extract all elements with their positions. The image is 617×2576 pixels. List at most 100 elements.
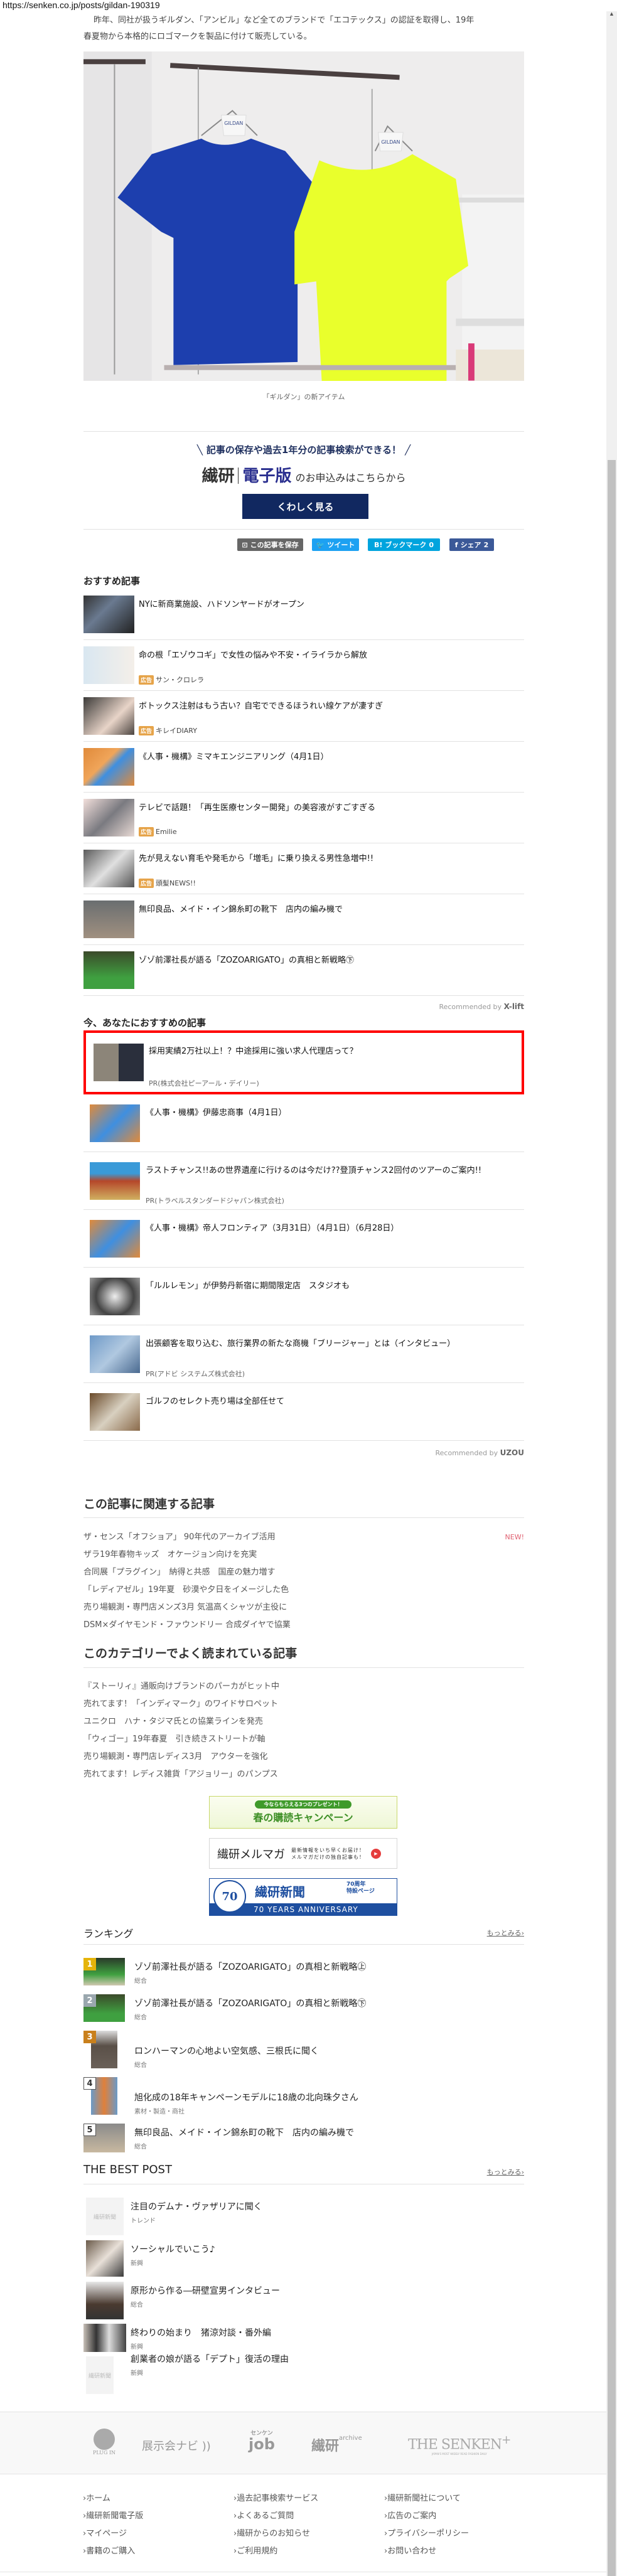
article-title: 出張顧客を取り込む、旅行業界の新たな商機「ブリージャー」とは（インタビュー） (146, 1339, 456, 1349)
tshirts-photo: GILDAN GILDAN (83, 51, 524, 381)
article-thumbnail (90, 1104, 140, 1142)
recommended-item-inner: 無印良品、メイド・イン錦糸町の靴下 店内の編み機で (83, 901, 524, 945)
link-text: ザラ19年春物キッズ オケージョン向けを充実 (83, 1550, 257, 1559)
footer-link[interactable]: ›繊研新聞社について (384, 2491, 510, 2504)
senken-plus-label: THE SENKEN (408, 2437, 502, 2453)
recommended-item[interactable]: NYに新商業施設、ハドソンヤードがオープン (83, 596, 524, 646)
footer-link[interactable]: ›広告のご案内 (384, 2509, 510, 2521)
archive-main: 繊研 (311, 2439, 340, 2454)
related-article-link[interactable]: 合同展「プラグイン」 納得と共感 国産の魅力増す (83, 1564, 524, 1581)
related-article-link[interactable]: DSM×ダイヤモンド・ファウンドリー 合成ダイヤで協業 (83, 1617, 524, 1634)
photo-caption: 「ギルダン」の新アイテム (262, 393, 345, 401)
category-article-link[interactable]: ユニクロ ハナ・タジマ氏との協業ラインを発売 (83, 1713, 524, 1731)
spring-campaign-banner[interactable]: 今ならもらえる3つのプレゼント！ 春の購読キャンペーン (209, 1796, 397, 1829)
anniversary-title: 繊研新聞 (255, 1884, 305, 1900)
link-text: お問い合わせ (387, 2547, 437, 2556)
category-article-link[interactable]: 『ストーリィ』通販向けブランドのパーカがヒット中 (83, 1678, 524, 1696)
for-you-item[interactable]: 「ルルレモン」が伊勢丹新宿に期間限定店 スタジオも (83, 1268, 524, 1325)
anniversary-en: 70 YEARS ANNIVERSARY (254, 1905, 358, 1914)
link-text: 「レディアゼル」19年夏 砂漠や夕日をイメージした色 (83, 1585, 289, 1595)
category-article-link[interactable]: 「ウィゴー」19年春夏 引き続きストリートが軸 (83, 1731, 524, 1748)
for-you-item[interactable]: ラストチャンス!!あの世界遺産に行けるのは今だけ??登頂チャンス2回付のツアーの… (83, 1152, 524, 1210)
save-article-button[interactable]: ⊡ この記事を保存 (237, 538, 303, 551)
article-category: トレンド (131, 2218, 156, 2225)
recommended-by-xlift[interactable]: Recommended by X-lift (439, 1002, 524, 1011)
link-text: 繊研新聞社について (387, 2494, 461, 2503)
footer-link[interactable]: ›ご利用規約 (233, 2544, 384, 2557)
best-post-more-link[interactable]: もっとみる› (487, 2167, 524, 2177)
article-paragraph: 昨年、同社が扱うギルダン、「アンビル」など全てのブランドで「エコテックス」の認証… (83, 13, 524, 45)
related-article-link[interactable]: 売り場観測・専門店メンズ3月 気温高くシャツが主役に (83, 1599, 524, 1617)
recommended-item[interactable]: ボトックス注射はもう古い？自宅でできるほうれい線ケアが凄すぎ 広告 キレイDIARY (83, 697, 524, 748)
link-text: プライバシーポリシー (387, 2529, 469, 2538)
digital-edition-label: 電子版 (242, 467, 292, 486)
recommended-item[interactable]: 命の根「エゾウコギ」で女性の悩みや不安・イライラから解放 広告 サン・クロレラ (83, 646, 524, 697)
facebook-share-button[interactable]: f シェア 2 (449, 538, 494, 551)
share-label: シェア (460, 541, 481, 549)
footer-link[interactable]: ›ホーム (83, 2491, 233, 2504)
ad-badge: 広告 (139, 878, 154, 888)
recommended-item[interactable]: テレビで話題！「再生医療センター開発」の美容液がすごすぎる 広告 Emilie (83, 799, 524, 850)
exhibition-navi-logo[interactable]: 展示会ナビ )) (142, 2437, 211, 2454)
anniversary-years: 70周年 (346, 1881, 366, 1888)
senken-archive-logo[interactable]: 繊研archive (311, 2435, 362, 2455)
recommended-by-label: Recommended by (439, 1003, 502, 1011)
article-thumbnail (94, 1044, 144, 1081)
footer-link[interactable]: ›マイページ (83, 2526, 233, 2539)
article-title: NYに新商業施設、ハドソンヤードがオープン (139, 600, 304, 609)
pr-label: PR(株式会社ピーアール・デイリー) (149, 1079, 259, 1088)
recommended-item-inner: テレビで話題！「再生医療センター開発」の美容液がすごすぎる 広告 Emilie (83, 799, 524, 843)
category-article-link[interactable]: 売り場観測・専門店レディス3月 アウターを強化 (83, 1748, 524, 1766)
related-article-link[interactable]: ザ・センス「オフショア」 90年代のアーカイブ活用 NEW! (83, 1529, 524, 1546)
anniversary-banner[interactable]: 70 繊研新聞 70周年 特設ページ 70 YEARS ANNIVERSARY (209, 1878, 397, 1916)
footer-link[interactable]: ›繊研新聞電子版 (83, 2509, 233, 2521)
link-text: マイページ (86, 2529, 127, 2538)
details-button[interactable]: くわしく見る (242, 494, 368, 519)
anniversary-page: 特設ページ (346, 1888, 375, 1895)
article-category: 総合 (131, 2302, 143, 2309)
footer-link[interactable]: ›プライバシーポリシー (384, 2526, 510, 2539)
article-title: 《人事・機構》帝人フロンティア（3月31日）（4月1日）（6月28日） (146, 1224, 399, 1233)
recommended-item[interactable]: 先が見えない育毛や発毛から「増毛」に乗り換える男性急増中!! 広告 頭髪NEWS!! (83, 850, 524, 901)
footer-link[interactable]: ›過去記事検索サービス (233, 2491, 384, 2504)
ranking-more-link[interactable]: もっとみる› (487, 1928, 524, 1938)
for-you-item[interactable]: ゴルフのセレクト売り場は全部任せて (83, 1383, 524, 1441)
article-thumbnail: 繊研新聞 (86, 2198, 124, 2235)
tweet-button[interactable]: 🐦 ツイート (312, 538, 359, 551)
highlighted-article[interactable]: 採用実績2万社以上！？中途採用に強い求人代理店って？ PR(株式会社ピーアール・… (83, 1030, 524, 1094)
footer-link[interactable]: ›繊研からのお知らせ (233, 2526, 384, 2539)
link-text: 合同展「プラグイン」 納得と共感 国産の魅力増す (83, 1568, 276, 1577)
recommended-item[interactable]: ゾゾ前澤社長が語る「ZOZOARIGATO」の真相と新戦略㊦ (83, 951, 524, 1002)
link-text: 売れてます！「インディマーク」のワイドサロペット (83, 1699, 279, 1709)
senken-job-logo[interactable]: センケン job (249, 2431, 275, 2452)
rank-badge: 4 (83, 2077, 96, 2090)
newsletter-banner[interactable]: 繊研メルマガ 最新情報をいち早くお届け！ メルマガだけの独自記事も！ ▶ (209, 1838, 397, 1869)
article-title: ゴルフのセレクト売り場は全部任せて (146, 1397, 285, 1406)
hanger-logo: GILDAN (381, 139, 400, 145)
for-you-item[interactable]: 《人事・機構》伊藤忠商事（4月1日） (83, 1094, 524, 1152)
placeholder-logo: 繊研新聞 (88, 2373, 111, 2380)
recommended-by-uzou[interactable]: Recommended by UZOU (436, 1448, 524, 1457)
recommended-item[interactable]: 無印良品、メイド・イン錦糸町の靴下 店内の編み機で (83, 901, 524, 951)
plugin-logo[interactable]: PLUG IN (92, 2429, 117, 2456)
scrollbar-thumb[interactable] (608, 460, 616, 2576)
hanger-logo: GILDAN (224, 120, 243, 126)
hatena-bookmark-button[interactable]: B! ブックマーク 0 (368, 538, 440, 551)
recommended-item[interactable]: 《人事・機構》ミマキエンジニアリング（4月1日） (83, 748, 524, 799)
for-you-item[interactable]: 《人事・機構》帝人フロンティア（3月31日）（4月1日）（6月28日） (83, 1210, 524, 1268)
footer-link[interactable]: ›書籍のご購入 (83, 2544, 233, 2557)
related-article-link[interactable]: ザラ19年春物キッズ オケージョン向けを充実 (83, 1546, 524, 1564)
article-thumbnail (86, 2240, 124, 2277)
related-article-link[interactable]: 「レディアゼル」19年夏 砂漠や夕日をイメージした色 (83, 1581, 524, 1599)
the-senken-plus-logo[interactable]: THE SENKEN+ JAPAN'S MOST WIDELY READ FASH… (408, 2434, 511, 2456)
save-label: この記事を保存 (250, 541, 299, 549)
recommended-by-label: Recommended by (435, 1449, 498, 1457)
footer-link[interactable]: ›お問い合わせ (384, 2544, 510, 2557)
link-text: ご利用規約 (237, 2547, 278, 2556)
recommended-item-inner: ボトックス注射はもう古い？自宅でできるほうれい線ケアが凄すぎ 広告 キレイDIARY (83, 697, 524, 742)
footer-link[interactable]: ›よくあるご質問 (233, 2509, 384, 2521)
category-article-link[interactable]: 売れてます！レディス雑貨「アジョリー」のパンプス (83, 1766, 524, 1783)
scroll-up-arrow-icon[interactable]: ▲ (606, 11, 617, 16)
for-you-item[interactable]: 出張顧客を取り込む、旅行業界の新たな商機「ブリージャー」とは（インタビュー） PR… (83, 1325, 524, 1383)
category-article-link[interactable]: 売れてます！「インディマーク」のワイドサロペット (83, 1696, 524, 1713)
